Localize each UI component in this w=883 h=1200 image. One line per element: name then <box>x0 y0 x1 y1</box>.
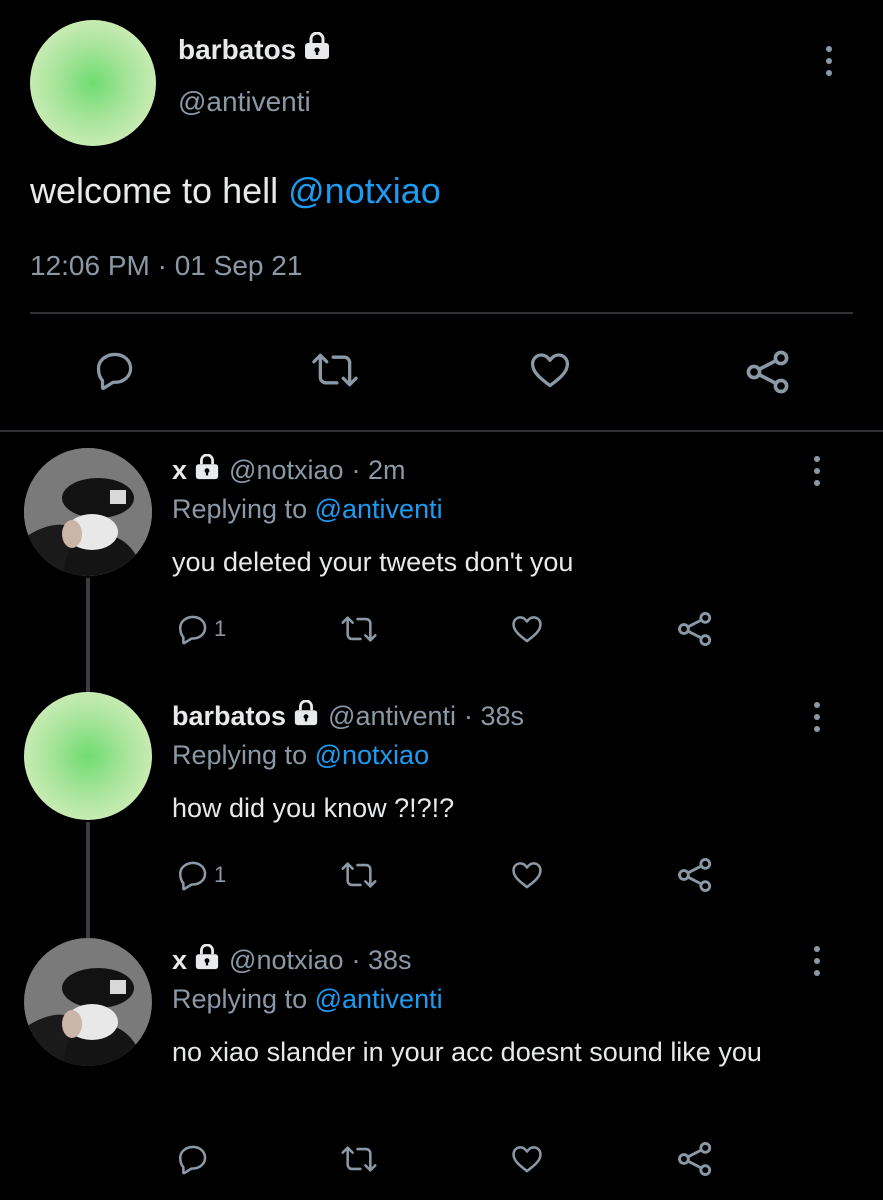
share-icon <box>746 350 789 394</box>
retweet-button[interactable] <box>340 1142 378 1176</box>
heart-icon <box>512 862 542 889</box>
avatar-photo <box>24 938 152 1066</box>
tweet-timestamp[interactable]: 12:06 PM · 01 Sep 21 <box>30 250 302 282</box>
avatar[interactable] <box>30 20 156 146</box>
reply-icon <box>178 615 207 645</box>
author-handle[interactable]: @antiventi <box>178 86 311 118</box>
divider <box>30 312 853 314</box>
heart-icon <box>512 1146 542 1173</box>
share-button[interactable] <box>676 610 714 648</box>
tweet-age[interactable]: · 2m <box>352 455 406 486</box>
thread-line <box>86 822 90 938</box>
more-vertical-icon[interactable] <box>814 946 820 976</box>
reply-count: 1 <box>214 862 227 887</box>
tweet-body: welcome to hell <box>30 170 279 211</box>
retweet-button[interactable] <box>340 612 378 646</box>
replying-to: Replying to @antiventi <box>172 494 443 525</box>
reply-button[interactable]: 1 <box>176 858 226 892</box>
tweet-age[interactable]: · 38s <box>352 945 412 976</box>
more-vertical-icon[interactable] <box>814 702 820 732</box>
reply-icon <box>178 1145 207 1175</box>
tweet-text: welcome to hell @notxiao <box>30 170 441 212</box>
more-vertical-icon[interactable] <box>826 46 832 76</box>
share-button[interactable] <box>676 1140 714 1178</box>
lock-icon <box>292 699 320 733</box>
reply-count: 1 <box>214 616 227 641</box>
tweet-text: you deleted your tweets don't you <box>172 547 574 577</box>
avatar[interactable] <box>24 448 152 576</box>
tweet-age[interactable]: · 38s <box>464 701 524 732</box>
section-divider <box>0 430 883 432</box>
replying-label: Replying to <box>172 984 308 1014</box>
retweet-icon <box>312 353 358 387</box>
like-button[interactable] <box>508 858 546 892</box>
reply-icon <box>178 861 207 891</box>
mention-link[interactable]: @antiventi <box>315 494 443 524</box>
avatar[interactable] <box>24 692 152 820</box>
author-handle[interactable]: @notxiao <box>229 945 343 976</box>
replying-label: Replying to <box>172 494 308 524</box>
like-button[interactable] <box>508 1142 546 1176</box>
lock-icon <box>302 31 332 67</box>
reply-header: x @notxiao · 2m <box>172 453 406 487</box>
heart-icon <box>512 616 542 643</box>
like-button[interactable] <box>526 348 574 392</box>
reply-button[interactable] <box>92 348 138 392</box>
reply-button[interactable] <box>176 1142 214 1176</box>
reply-header: x @notxiao · 38s <box>172 943 412 977</box>
author-name[interactable]: barbatos <box>172 701 286 732</box>
retweet-icon <box>341 862 377 888</box>
lock-icon <box>193 453 221 487</box>
more-vertical-icon[interactable] <box>814 456 820 486</box>
author-name[interactable]: barbatos <box>178 34 296 66</box>
replying-to: Replying to @notxiao <box>172 740 429 771</box>
author-name-row[interactable]: barbatos <box>178 31 332 67</box>
tweet-text: how did you know ?!?!? <box>172 793 455 823</box>
mention-link[interactable]: @antiventi <box>315 984 443 1014</box>
avatar-photo <box>24 448 152 576</box>
lock-icon <box>193 943 221 977</box>
author-name[interactable]: x <box>172 945 187 976</box>
retweet-button[interactable] <box>340 858 378 892</box>
reply-header: barbatos @antiventi · 38s <box>172 699 524 733</box>
reply-icon <box>96 352 133 391</box>
avatar[interactable] <box>24 938 152 1066</box>
share-button[interactable] <box>676 856 714 894</box>
share-icon <box>678 858 712 892</box>
replying-label: Replying to <box>172 740 308 770</box>
retweet-icon <box>341 1146 377 1172</box>
mention-link[interactable]: @notxiao <box>315 740 429 770</box>
author-handle[interactable]: @antiventi <box>328 701 456 732</box>
author-handle[interactable]: @notxiao <box>229 455 343 486</box>
like-button[interactable] <box>508 612 546 646</box>
retweet-icon <box>341 616 377 642</box>
tweet-text: no xiao slander in your acc doesnt sound… <box>172 1037 762 1067</box>
share-button[interactable] <box>744 348 792 396</box>
thread-line <box>86 578 90 694</box>
share-icon <box>678 612 712 646</box>
heart-icon <box>530 353 570 388</box>
mention-link[interactable]: @notxiao <box>288 170 441 211</box>
replying-to: Replying to @antiventi <box>172 984 443 1015</box>
share-icon <box>678 1142 712 1176</box>
author-name[interactable]: x <box>172 455 187 486</box>
reply-button[interactable]: 1 <box>176 612 226 646</box>
retweet-button[interactable] <box>310 348 360 392</box>
